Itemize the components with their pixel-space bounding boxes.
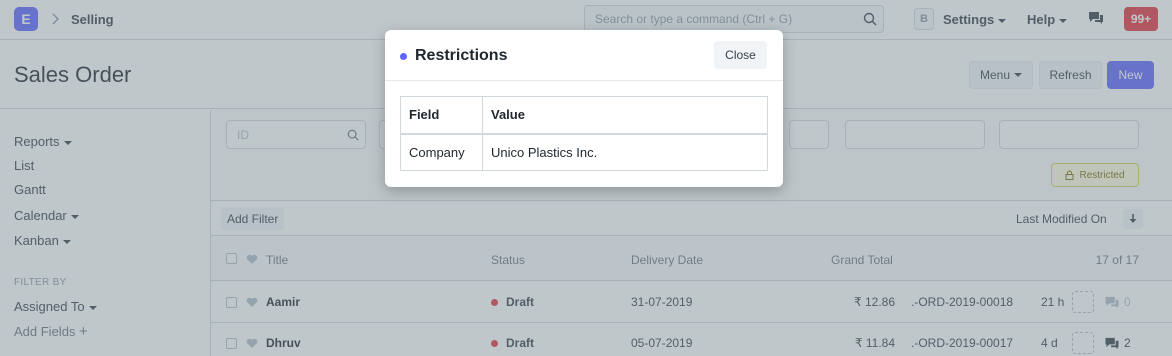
dialog-title: Restrictions [415,47,508,64]
restriction-field: Company [400,133,483,171]
indicator-dot-icon [400,53,407,60]
restrictions-dialog: Restrictions Close Field Value Company U… [385,30,783,187]
restriction-value: Unico Plastics Inc. [482,133,768,171]
column-field: Field [400,96,483,135]
table-header-row: Field Value [400,96,768,135]
table-row: Company Unico Plastics Inc. [400,133,768,171]
column-value: Value [482,96,768,135]
close-button[interactable]: Close [714,41,767,69]
dialog-header: Restrictions Close [385,30,783,81]
restrictions-table: Field Value Company Unico Plastics Inc. [400,96,768,171]
